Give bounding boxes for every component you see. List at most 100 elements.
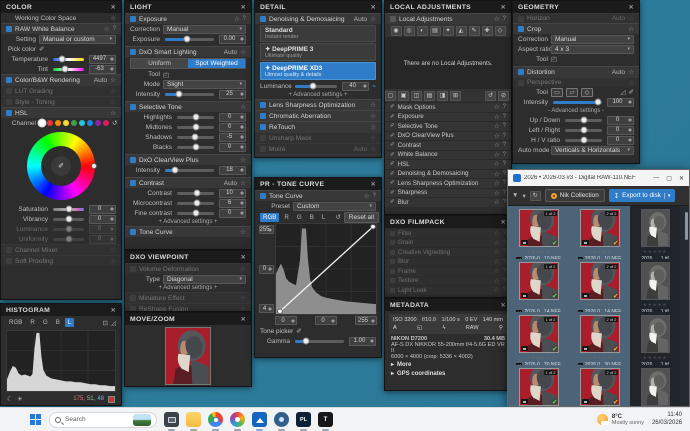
favorite-star-icon[interactable]: ☆ <box>628 68 634 76</box>
enable-checkbox[interactable] <box>6 88 12 94</box>
value-spinner[interactable]: 0 <box>219 209 246 218</box>
favorite-star-icon[interactable]: ☆ <box>494 248 500 256</box>
taskbar-app-icon[interactable]: T <box>318 412 333 427</box>
value-spinner[interactable]: 10 <box>219 189 246 198</box>
contrast-section[interactable]: ContrastAuto☆ <box>125 177 251 188</box>
close-icon[interactable]: ✕ <box>241 4 246 11</box>
slider-thumb[interactable] <box>65 216 72 223</box>
help-icon[interactable]: ? <box>503 190 506 196</box>
favorite-star-icon[interactable]: ☆ <box>494 141 500 149</box>
volume-deformation-row[interactable]: Volume Deformation☆ <box>125 263 251 274</box>
maximize-button[interactable]: ▢ <box>666 175 672 182</box>
enable-checkbox[interactable] <box>6 99 12 105</box>
crop-section[interactable]: Crop☆ <box>513 23 639 34</box>
mask-tool-icon[interactable]: ✦ <box>443 26 454 36</box>
star-rating[interactable]: ★★★★★ <box>526 302 550 308</box>
feature-row[interactable]: Moiré Auto ☆ <box>255 143 381 154</box>
local-adjustments-header[interactable]: LOCAL ADJUSTMENTS✕ <box>385 1 511 13</box>
favorite-star-icon[interactable]: ☆ <box>494 286 500 294</box>
channel-tab[interactable]: G <box>40 318 51 327</box>
enable-checkbox[interactable] <box>260 135 266 141</box>
favorite-star-icon[interactable]: ☆ <box>494 179 500 187</box>
help-icon[interactable]: ? <box>503 152 506 158</box>
horizon-row[interactable]: HorizonAuto☆ <box>513 13 639 23</box>
enable-checkbox[interactable] <box>6 110 12 116</box>
favorite-star-icon[interactable]: ☆ <box>370 15 376 23</box>
filmpack-row[interactable]: Creative Vignetting ☆ ? <box>385 247 511 257</box>
clipping-icon[interactable]: ◿ <box>111 319 116 327</box>
enable-checkbox[interactable] <box>260 193 266 199</box>
slider-track[interactable] <box>295 340 344 343</box>
spot-weighted-button[interactable]: Spot Weighted <box>188 59 245 68</box>
thumbnail-image[interactable]: 1 of 2 ✔ <box>519 209 559 247</box>
adjustment-row[interactable]: ✐ HSL ☆ ? <box>385 159 511 169</box>
enable-checkbox[interactable] <box>390 16 396 22</box>
help-icon[interactable]: ? <box>503 230 506 236</box>
star-rating[interactable]: ★★★★★ <box>587 355 611 361</box>
thumbnail-image[interactable] <box>641 368 670 406</box>
shadow-clipping-icon[interactable]: ☾ <box>7 395 13 403</box>
search-input[interactable]: Search <box>49 412 157 428</box>
eyedropper-icon[interactable]: ✐ <box>39 45 44 53</box>
favorite-star-icon[interactable]: ☆ <box>628 25 634 33</box>
favorite-star-icon[interactable]: ☆ <box>628 15 634 23</box>
window-titlebar[interactable]: 2026 • 2026-03 #3 - Digital RAW-110.NEF … <box>508 170 689 186</box>
help-icon[interactable]: ? <box>503 259 506 265</box>
thumbnail-cell[interactable]: ★★★★★ 2026 ..._1.tif <box>630 365 680 406</box>
close-icon[interactable]: ✕ <box>501 302 506 309</box>
slider-track[interactable] <box>53 208 84 211</box>
slider-thumb[interactable] <box>192 210 199 217</box>
help-icon[interactable]: ? <box>113 26 116 32</box>
value-spinner[interactable]: 0 <box>219 113 246 122</box>
value-spinner[interactable]: 0.00 <box>219 35 246 44</box>
value-spinner[interactable]: 0 <box>89 235 116 244</box>
slider-track[interactable] <box>553 101 602 104</box>
navigator-thumbnail[interactable] <box>165 327 211 385</box>
perspective-tool-icon[interactable]: ▭ <box>551 88 563 97</box>
enable-checkbox[interactable] <box>130 229 136 235</box>
slider-thumb[interactable] <box>580 137 587 144</box>
thumbnail-cell[interactable]: ★★★★★ 2026 ..._1.tif <box>630 206 680 259</box>
adjustment-row[interactable]: ✐ Lens Sharpness Optimization ☆ ? <box>385 178 511 188</box>
channel-color-dot[interactable] <box>95 120 101 126</box>
favorite-star-icon[interactable]: ☆ <box>494 132 500 140</box>
mask-action-icon[interactable]: ▢ <box>385 91 396 101</box>
favorite-star-icon[interactable]: ☆ <box>104 25 110 33</box>
tone-curve-section[interactable]: Tone Curve☆? <box>255 190 381 201</box>
auto-perspective-icon[interactable]: ◿ <box>621 88 626 96</box>
filmpack-row[interactable]: Blur ☆ ? <box>385 257 511 267</box>
filmpack-row[interactable]: Frame ☆ ? <box>385 266 511 276</box>
value-spinner[interactable]: 0 <box>89 205 116 214</box>
enable-checkbox[interactable] <box>130 180 136 186</box>
help-icon[interactable]: ? <box>503 240 506 246</box>
thumbnail-cell[interactable]: 1 of 2 ✔ ★★★★★ M 2026-0...10.NEF <box>508 206 569 259</box>
slider-track[interactable] <box>177 202 214 205</box>
adjustment-row[interactable]: ✐ Blur ☆ ? <box>385 197 511 207</box>
mask-tool-icon[interactable]: ◐ <box>417 26 428 36</box>
adjustment-row[interactable]: ✐ Selective Tone ☆ ? <box>385 121 511 131</box>
favorite-star-icon[interactable]: ☆ <box>370 112 376 120</box>
star-rating[interactable]: ★★★★★ <box>587 302 611 308</box>
filmpack-row[interactable]: Texture ☆ ? <box>385 276 511 286</box>
favorite-star-icon[interactable]: ☆ <box>494 198 500 206</box>
thumbnail-image[interactable]: 1 of 2 ✔ <box>519 262 559 300</box>
enable-checkbox[interactable] <box>130 266 136 272</box>
adjustment-row[interactable]: ✐ Denoising & Demosaicing ☆ ? <box>385 169 511 179</box>
slider-track[interactable] <box>177 146 214 149</box>
enable-checkbox[interactable] <box>6 77 12 83</box>
undo-icon[interactable]: ↺ <box>485 91 496 101</box>
delete-icon[interactable]: ⊘ <box>498 91 509 101</box>
advanced-settings-link[interactable]: - Advanced settings - <box>513 107 639 115</box>
favorite-star-icon[interactable]: ☆ <box>240 103 246 111</box>
value-spinner[interactable]: -5 <box>219 133 246 142</box>
help-icon[interactable]: ? <box>503 180 506 186</box>
slider-thumb[interactable] <box>309 83 316 90</box>
enable-checkbox[interactable] <box>6 247 12 253</box>
help-icon[interactable]: ? <box>373 193 376 199</box>
thumbnail-cell[interactable]: ★★★★★ 2026 ..._1.tif <box>630 312 680 365</box>
adjustment-row[interactable]: ✐ Sharpness ☆ ? <box>385 188 511 198</box>
slider-track[interactable] <box>165 93 214 96</box>
value-spinner[interactable]: 0 <box>89 215 116 224</box>
advanced-settings-link[interactable]: + Advanced settings + <box>125 284 251 292</box>
enable-checkbox[interactable] <box>518 69 524 75</box>
